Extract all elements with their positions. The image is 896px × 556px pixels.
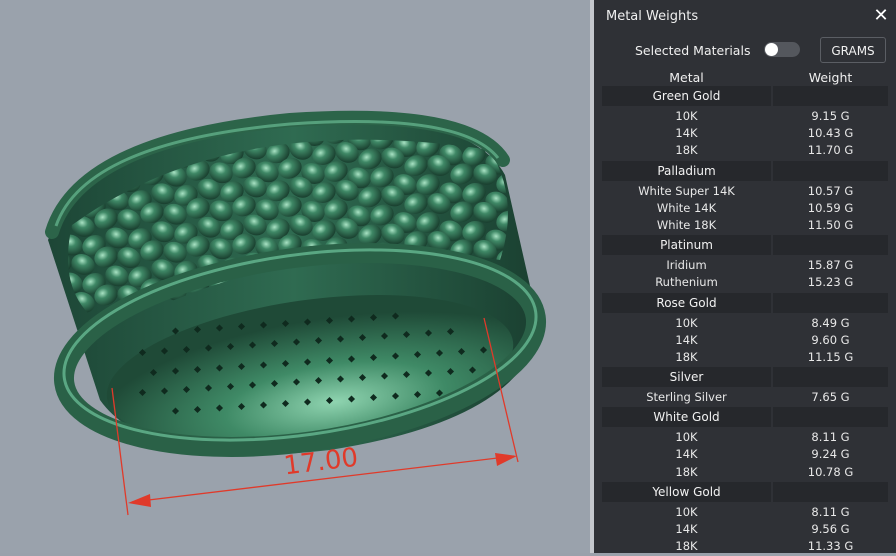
- group-header: Palladium: [602, 160, 888, 181]
- group-name: White Gold: [602, 407, 771, 428]
- metal-cell: 18K: [675, 464, 698, 479]
- weight-cell: 10.59 G: [807, 200, 854, 215]
- group-weight-cell: [773, 86, 888, 106]
- table-row[interactable]: Ruthenium 15.23 G: [602, 274, 888, 291]
- group-header: White Gold: [602, 407, 888, 428]
- weave-bead: [94, 139, 118, 154]
- selected-materials-toggle[interactable]: [764, 42, 800, 57]
- weight-cell: 11.50 G: [807, 217, 854, 232]
- metal-cell: 10K: [675, 504, 698, 519]
- metal-cell: 14K: [675, 332, 698, 347]
- group-name: Yellow Gold: [602, 481, 771, 502]
- group-weight-cell: [773, 160, 888, 181]
- weight-cell: 9.56 G: [811, 522, 850, 536]
- table-row[interactable]: White Super 14K 10.57 G: [602, 183, 888, 200]
- close-icon[interactable]: ✕: [872, 6, 890, 26]
- group-name: Green Gold: [602, 86, 771, 106]
- table-row[interactable]: 18K 11.70 G: [602, 142, 888, 159]
- group-header: Rose Gold: [602, 292, 888, 313]
- metal-cell: Ruthenium: [655, 275, 718, 290]
- weight-cell: 9.24 G: [811, 447, 850, 462]
- group-weight-cell: [773, 235, 888, 256]
- group-header: Green Gold: [602, 86, 888, 106]
- 3d-viewport[interactable]: 17.00: [0, 0, 590, 553]
- group-name: Platinum: [602, 235, 771, 256]
- group-weight-cell: [773, 481, 888, 502]
- table-row[interactable]: White 14K 10.59 G: [602, 200, 888, 217]
- group-header: Silver: [602, 367, 888, 388]
- metal-cell: 14K: [675, 126, 698, 141]
- table-row[interactable]: Sterling Silver 7.65 G: [602, 389, 888, 406]
- metal-cell: White 18K: [656, 217, 717, 232]
- weight-cell: 10.78 G: [807, 464, 854, 479]
- table-row[interactable]: 14K 10.43 G: [602, 125, 888, 142]
- weight-cell: 10.57 G: [807, 183, 854, 198]
- table-row[interactable]: 14K 9.56 G: [602, 521, 888, 538]
- weight-cell: 15.87 G: [807, 258, 854, 273]
- table-row[interactable]: 10K 9.15 G: [602, 108, 888, 125]
- metal-cell: White Super 14K: [638, 183, 735, 198]
- weave-bead: [67, 139, 72, 161]
- weights-table: Green Gold 10K 9.15 G 14K 10.43 G 18K 11.70 G P…: [602, 86, 888, 556]
- table-row[interactable]: 10K 8.11 G: [602, 429, 888, 446]
- column-header-metal: Metal: [669, 70, 704, 85]
- metal-cell: Sterling Silver: [646, 390, 727, 405]
- metal-cell: 10K: [675, 109, 698, 123]
- metal-cell: 10K: [675, 315, 698, 330]
- weight-cell: 11.15 G: [807, 349, 854, 364]
- group-header: Yellow Gold: [602, 481, 888, 502]
- table-row[interactable]: 18K 10.78 G: [602, 464, 888, 481]
- metal-cell: White 14K: [656, 200, 717, 215]
- group-weight-cell: [773, 367, 888, 388]
- group-header: Platinum: [602, 235, 888, 256]
- metal-cell: Iridium: [666, 258, 707, 273]
- metal-cell: 10K: [675, 430, 698, 445]
- units-button[interactable]: GRAMS: [820, 37, 886, 63]
- table-row[interactable]: White 18K 11.50 G: [602, 217, 888, 234]
- weight-cell: 8.11 G: [811, 504, 850, 519]
- group-weight-cell: [773, 292, 888, 313]
- panel-title: Metal Weights: [606, 9, 699, 24]
- metal-cell: 14K: [675, 522, 698, 536]
- group-name: Silver: [602, 367, 771, 388]
- weight-cell: 9.15 G: [811, 109, 850, 123]
- table-row[interactable]: 14K 9.60 G: [602, 332, 888, 349]
- column-header-weight: Weight: [808, 70, 853, 85]
- metal-cell: 18K: [675, 349, 698, 364]
- weight-cell: 8.49 G: [811, 315, 850, 330]
- weight-cell: 15.23 G: [807, 275, 854, 290]
- table-row[interactable]: 14K 9.24 G: [602, 446, 888, 463]
- group-name: Rose Gold: [602, 292, 771, 313]
- weight-cell: 10.43 G: [807, 126, 854, 141]
- weight-cell: 9.60 G: [811, 332, 850, 347]
- toggle-knob: [765, 43, 778, 56]
- weight-cell: 11.70 G: [807, 143, 854, 158]
- selected-materials-label: Selected Materials: [635, 43, 751, 58]
- metal-cell: 18K: [675, 143, 698, 158]
- metal-weights-panel: Metal Weights ✕ Selected Materials GRAMS…: [594, 0, 896, 553]
- group-name: Palladium: [602, 160, 771, 181]
- ring-render: 17.00: [45, 110, 547, 516]
- table-row[interactable]: 10K 8.11 G: [602, 504, 888, 521]
- weight-cell: 7.65 G: [811, 390, 850, 405]
- table-row[interactable]: Iridium 15.87 G: [602, 257, 888, 274]
- weave-bead: [71, 140, 95, 161]
- table-row[interactable]: 18K 11.15 G: [602, 349, 888, 366]
- metal-cell: 14K: [675, 447, 698, 462]
- table-row[interactable]: 10K 8.49 G: [602, 315, 888, 332]
- weight-cell: 8.11 G: [811, 430, 850, 445]
- group-weight-cell: [773, 407, 888, 428]
